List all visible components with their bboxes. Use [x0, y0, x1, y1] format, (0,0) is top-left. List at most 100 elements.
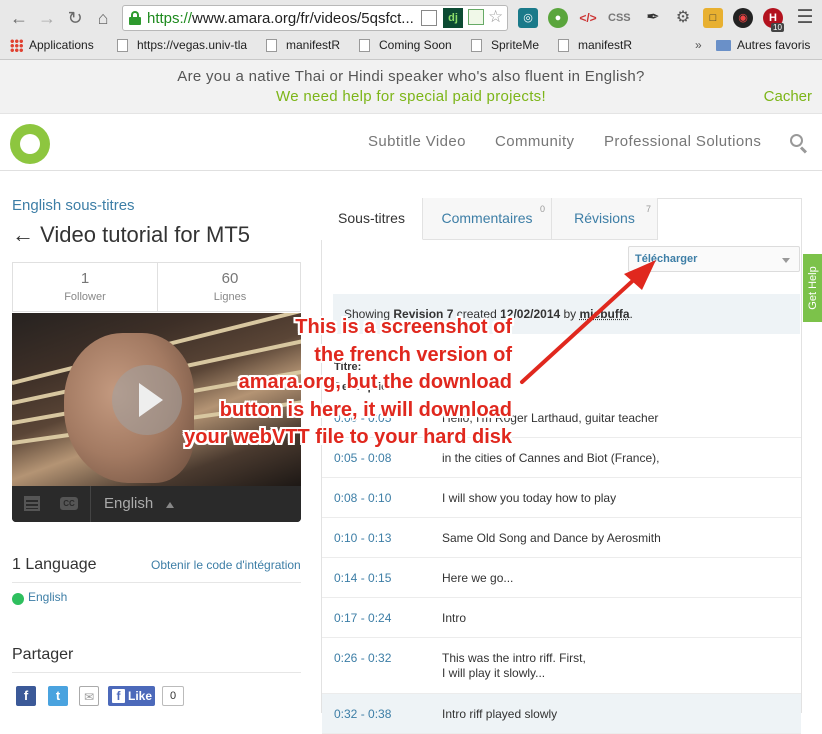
subtitle-time: 0:10 - 0:13: [334, 531, 392, 545]
announcement-banner: Are you a native Thai or Hindi speaker w…: [0, 60, 822, 114]
share-heading: Partager: [12, 646, 74, 663]
menu-icon[interactable]: ☰: [794, 7, 816, 29]
code-icon[interactable]: </>: [578, 8, 598, 28]
comments-count: 0: [539, 204, 545, 214]
lock-icon: [129, 11, 141, 25]
notes-icon[interactable]: [468, 9, 484, 25]
bookmark-item[interactable]: manifestR: [266, 38, 340, 52]
search-icon[interactable]: [790, 134, 808, 154]
subtitle-time: 0:26 - 0:32: [334, 651, 392, 665]
bookmark-label: Applications: [29, 38, 94, 52]
annotation-line: your webVTT file to your hard disk: [184, 426, 512, 448]
subtitle-time: 0:32 - 0:38: [334, 707, 392, 721]
page-icon: [558, 38, 569, 52]
bookmark-label: https://vegas.univ-tla: [137, 38, 248, 52]
bookmark-item[interactable]: manifestR: [558, 38, 632, 52]
css-icon[interactable]: CSS: [608, 8, 631, 28]
extension-4-icon[interactable]: ◉: [733, 8, 753, 28]
caret-up-icon[interactable]: [166, 502, 174, 508]
apps-icon: [10, 38, 23, 52]
subtitle-text: Here we go...: [442, 571, 514, 585]
video-stats: 1 Follower 60 Lignes: [12, 262, 301, 312]
bookmark-apps[interactable]: Applications: [10, 38, 94, 52]
home-icon[interactable]: ⌂: [92, 7, 114, 29]
page-icon: [117, 38, 128, 52]
bookmark-item[interactable]: SpriteMe: [471, 38, 539, 52]
page-icon: [359, 38, 370, 52]
wrench-icon[interactable]: ⚙: [673, 8, 693, 28]
nav-professional-solutions[interactable]: Professional Solutions: [604, 133, 761, 150]
tab-label: Sous-titres: [338, 210, 405, 226]
reader-icon[interactable]: [421, 10, 437, 26]
facebook-like-button[interactable]: Like: [108, 686, 155, 706]
subtitle-time: 0:05 - 0:08: [334, 451, 392, 465]
followers-count: 1: [80, 270, 90, 287]
bookmark-item[interactable]: Coming Soon: [359, 38, 452, 52]
folder-icon: [716, 39, 731, 51]
revisions-count: 7: [645, 204, 651, 214]
tab-label: Révisions: [574, 210, 635, 226]
bookmark-label: Autres favoris: [737, 38, 811, 52]
closed-captions-icon[interactable]: CC: [60, 497, 78, 510]
banner-link[interactable]: We need help for special paid projects!: [0, 88, 822, 105]
subtitle-text: Same Old Song and Dance by Aerosmith: [442, 531, 661, 545]
annotation-line: amara.org, but the download: [238, 371, 512, 393]
video-title[interactable]: ← Video tutorial for MT5: [12, 222, 250, 248]
banner-dismiss-button[interactable]: Cacher: [764, 88, 812, 105]
bookmark-label: SpriteMe: [491, 38, 540, 52]
subtitle-text: I will show you today how to play: [442, 491, 617, 505]
amara-logo[interactable]: [10, 124, 50, 164]
subtitle-row[interactable]: 0:26 - 0:32 This was the intro riff. Firs…: [322, 638, 801, 694]
bookmark-item[interactable]: https://vegas.univ-tla: [117, 38, 252, 52]
other-bookmarks[interactable]: Autres favoris: [716, 38, 810, 52]
subtitle-row[interactable]: 0:17 - 0:24 Intro: [322, 598, 801, 638]
back-icon[interactable]: ←: [8, 7, 30, 29]
panel-tabs: Sous-titres Commentaires 0 Révisions 7: [321, 198, 802, 240]
facebook-icon[interactable]: f: [16, 686, 36, 706]
annotation-line: the french version of: [314, 343, 512, 366]
star-icon[interactable]: ☆: [488, 7, 503, 27]
transcript-icon[interactable]: [24, 496, 40, 511]
extension-1-icon[interactable]: ◎: [518, 8, 538, 28]
url-text[interactable]: https://www.amara.org/fr/videos/5qsfct..…: [147, 10, 414, 27]
bookmarks-overflow[interactable]: »: [695, 38, 702, 52]
address-bar[interactable]: https://www.amara.org/fr/videos/5qsfct..…: [122, 5, 508, 31]
followers-label: Follower: [64, 291, 106, 303]
subtitle-text: Intro riff played slowly: [442, 707, 558, 721]
page-icon: [471, 38, 482, 52]
email-icon[interactable]: ✉: [79, 686, 99, 706]
subtitle-language-link[interactable]: English sous-titres: [12, 197, 135, 214]
embed-code-link[interactable]: Obtenir le code d'intégration: [151, 558, 301, 572]
forward-icon[interactable]: →: [36, 7, 58, 29]
subtitle-row[interactable]: 0:10 - 0:13 Same Old Song and Dance by Ae…: [322, 518, 801, 558]
nav-subtitle-video[interactable]: Subtitle Video: [368, 133, 466, 150]
tab-revisions[interactable]: Révisions 7: [552, 198, 658, 240]
subtitle-text: This was the intro riff. First, I will pl…: [442, 651, 586, 680]
page-icon: [266, 38, 277, 52]
site-header: Subtitle Video Community Professional So…: [0, 115, 822, 171]
subtitle-time: 0:14 - 0:15: [334, 571, 392, 585]
annotation-line: This is a screenshot of: [295, 316, 512, 338]
annotation-line: button is here, it will download: [219, 398, 512, 421]
subtitle-row[interactable]: 0:32 - 0:38 Intro riff played slowly: [322, 694, 801, 734]
subtitle-row[interactable]: 0:08 - 0:10 I will show you today how to …: [322, 478, 801, 518]
like-count: 0: [162, 686, 184, 706]
get-help-tab[interactable]: Get Help: [803, 254, 822, 322]
twitter-icon[interactable]: t: [48, 686, 68, 706]
reload-icon[interactable]: ↻: [64, 7, 86, 29]
django-icon[interactable]: dj: [443, 8, 463, 28]
eyedropper-icon[interactable]: ✒: [643, 8, 663, 28]
tab-subtitles[interactable]: Sous-titres: [321, 198, 423, 240]
tab-comments[interactable]: Commentaires 0: [423, 198, 552, 240]
extension-3-icon[interactable]: □: [703, 8, 723, 28]
nav-community[interactable]: Community: [495, 133, 574, 150]
player-language-select[interactable]: English: [104, 495, 153, 512]
extension-2-icon[interactable]: ●: [548, 8, 568, 28]
languages-heading: 1 Language: [12, 556, 97, 573]
annotation-arrow-icon: [520, 260, 656, 384]
bookmarks-bar: Applications https://vegas.univ-tla mani…: [0, 36, 822, 58]
url-path: www.amara.org/fr/videos/5qsfct...: [192, 10, 414, 27]
language-item-english[interactable]: English: [28, 590, 67, 604]
get-help-label: Get Help: [806, 266, 819, 310]
subtitle-row[interactable]: 0:14 - 0:15 Here we go...: [322, 558, 801, 598]
